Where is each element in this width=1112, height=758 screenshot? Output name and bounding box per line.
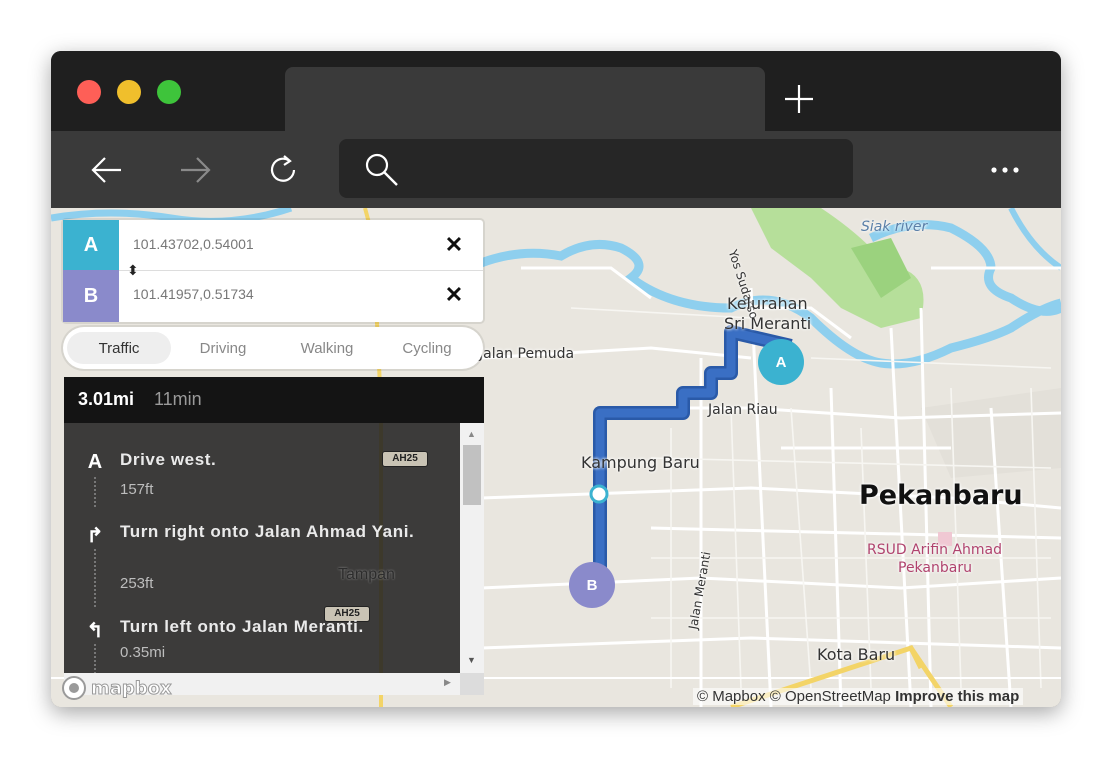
- close-window-button[interactable]: [77, 80, 101, 104]
- plus-icon: [785, 85, 813, 113]
- destination-letter: B: [63, 270, 119, 322]
- reload-icon: [270, 155, 296, 182]
- more-menu-button[interactable]: [983, 148, 1027, 192]
- profile-driving[interactable]: Driving: [171, 332, 275, 364]
- scroll-right-icon[interactable]: ▶: [444, 677, 451, 688]
- step-1-distance: 157ft: [120, 481, 154, 498]
- scroll-up-icon[interactable]: ▲: [467, 429, 476, 439]
- route-distance: 3.01mi: [78, 389, 135, 409]
- map-label-sri-meranti: Sri Meranti: [724, 314, 812, 333]
- arrow-right-icon: [181, 157, 211, 183]
- destination-input[interactable]: 101.41957,0.51734: [133, 286, 254, 302]
- map-label-kota-baru: Kota Baru: [817, 645, 896, 664]
- attribution-mapbox[interactable]: © Mapbox: [697, 688, 766, 705]
- map-canvas[interactable]: Siak river Yos Sudarso Kelurahan Sri Mer…: [51, 208, 1061, 707]
- profile-traffic[interactable]: Traffic: [67, 332, 171, 364]
- map-label-kelurahan: Kelurahan: [727, 294, 808, 313]
- map-label-kampung-baru: Kampung Baru: [581, 453, 700, 472]
- map-label-pekanbaru: Pekanbaru: [859, 480, 1023, 511]
- clear-origin-button[interactable]: ✕: [441, 232, 467, 258]
- scroll-thumb[interactable]: [463, 445, 481, 505]
- origin-marker[interactable]: A: [758, 339, 804, 385]
- map-attribution: © Mapbox © OpenStreetMap Improve this ma…: [693, 688, 1024, 705]
- origin-input[interactable]: 101.43702,0.54001: [133, 236, 254, 252]
- profile-walking[interactable]: Walking: [275, 332, 379, 364]
- profile-selector: Traffic Driving Walking Cycling: [63, 327, 483, 369]
- scrollbar-corner: [460, 673, 484, 695]
- scroll-down-icon[interactable]: ▼: [467, 655, 476, 665]
- improve-map-link[interactable]: Improve this map: [895, 688, 1019, 705]
- step-2-instruction: Turn right onto Jalan Ahmad Yani.: [120, 522, 415, 541]
- search-icon: [365, 153, 398, 186]
- step-3-connector: [94, 644, 96, 674]
- map-label-jalan-pemuda: Jalan Pemuda: [479, 346, 575, 362]
- map-label-siak-river: Siak river: [861, 219, 928, 235]
- origin-letter: A: [63, 220, 119, 270]
- step-2-distance: 253ft: [120, 575, 154, 592]
- map-label-tampan: Tampan: [338, 566, 395, 583]
- new-tab-button[interactable]: [781, 81, 817, 117]
- back-button[interactable]: [85, 148, 129, 192]
- destination-row: B 101.41957,0.51734 ✕: [63, 270, 483, 322]
- route-duration: 11min: [154, 389, 202, 409]
- mapbox-logo-text: mapbox: [91, 677, 173, 699]
- step-3-distance: 0.35mi: [120, 644, 166, 661]
- browser-window: Siak river Yos Sudarso Kelurahan Sri Mer…: [51, 51, 1061, 707]
- maximize-window-button[interactable]: [157, 80, 181, 104]
- attribution-osm[interactable]: © OpenStreetMap: [770, 688, 891, 705]
- reload-button[interactable]: [261, 148, 305, 192]
- mapbox-logo[interactable]: mapbox: [61, 675, 172, 701]
- turn-right-icon: ↱: [86, 525, 104, 547]
- step-1-icon: A: [87, 451, 103, 473]
- destination-marker[interactable]: B: [569, 562, 615, 608]
- waypoint-inputs-panel: A 101.43702,0.54001 ✕ ⬍ B 101.41957,0.51…: [63, 220, 483, 322]
- more-icon: [991, 167, 1019, 173]
- tab-bar: [51, 51, 1061, 131]
- map-label-rsud-line2: Pekanbaru: [898, 560, 972, 576]
- forward-button[interactable]: [173, 148, 217, 192]
- address-bar[interactable]: [339, 139, 853, 198]
- map-label-jalan-riau: Jalan Riau: [708, 402, 778, 418]
- arrow-left-icon: [91, 157, 121, 183]
- instruction-steps: AH25 Tampan AH25 A Drive west. 157ft ↱ T…: [64, 423, 460, 674]
- profile-cycling[interactable]: Cycling: [375, 332, 479, 364]
- map-label-rsud-line1: RSUD Arifin Ahmad: [867, 542, 1003, 558]
- turn-left-icon: ↰: [86, 620, 104, 642]
- step-1-connector: [94, 477, 96, 507]
- step-1-instruction: Drive west.: [120, 450, 217, 469]
- step-3-instruction: Turn left onto Jalan Meranti.: [120, 617, 364, 636]
- origin-row: A 101.43702,0.54001 ✕: [63, 220, 483, 270]
- minimize-window-button[interactable]: [117, 80, 141, 104]
- browser-tab[interactable]: [285, 67, 765, 131]
- step-2-connector: [94, 549, 96, 607]
- mapbox-logo-icon: [62, 676, 86, 700]
- browser-toolbar: [51, 131, 1061, 208]
- steps-vertical-scrollbar[interactable]: ▲ ▼: [460, 423, 484, 673]
- route-summary: 3.01mi 11min: [64, 377, 484, 423]
- clear-destination-button[interactable]: ✕: [441, 282, 467, 308]
